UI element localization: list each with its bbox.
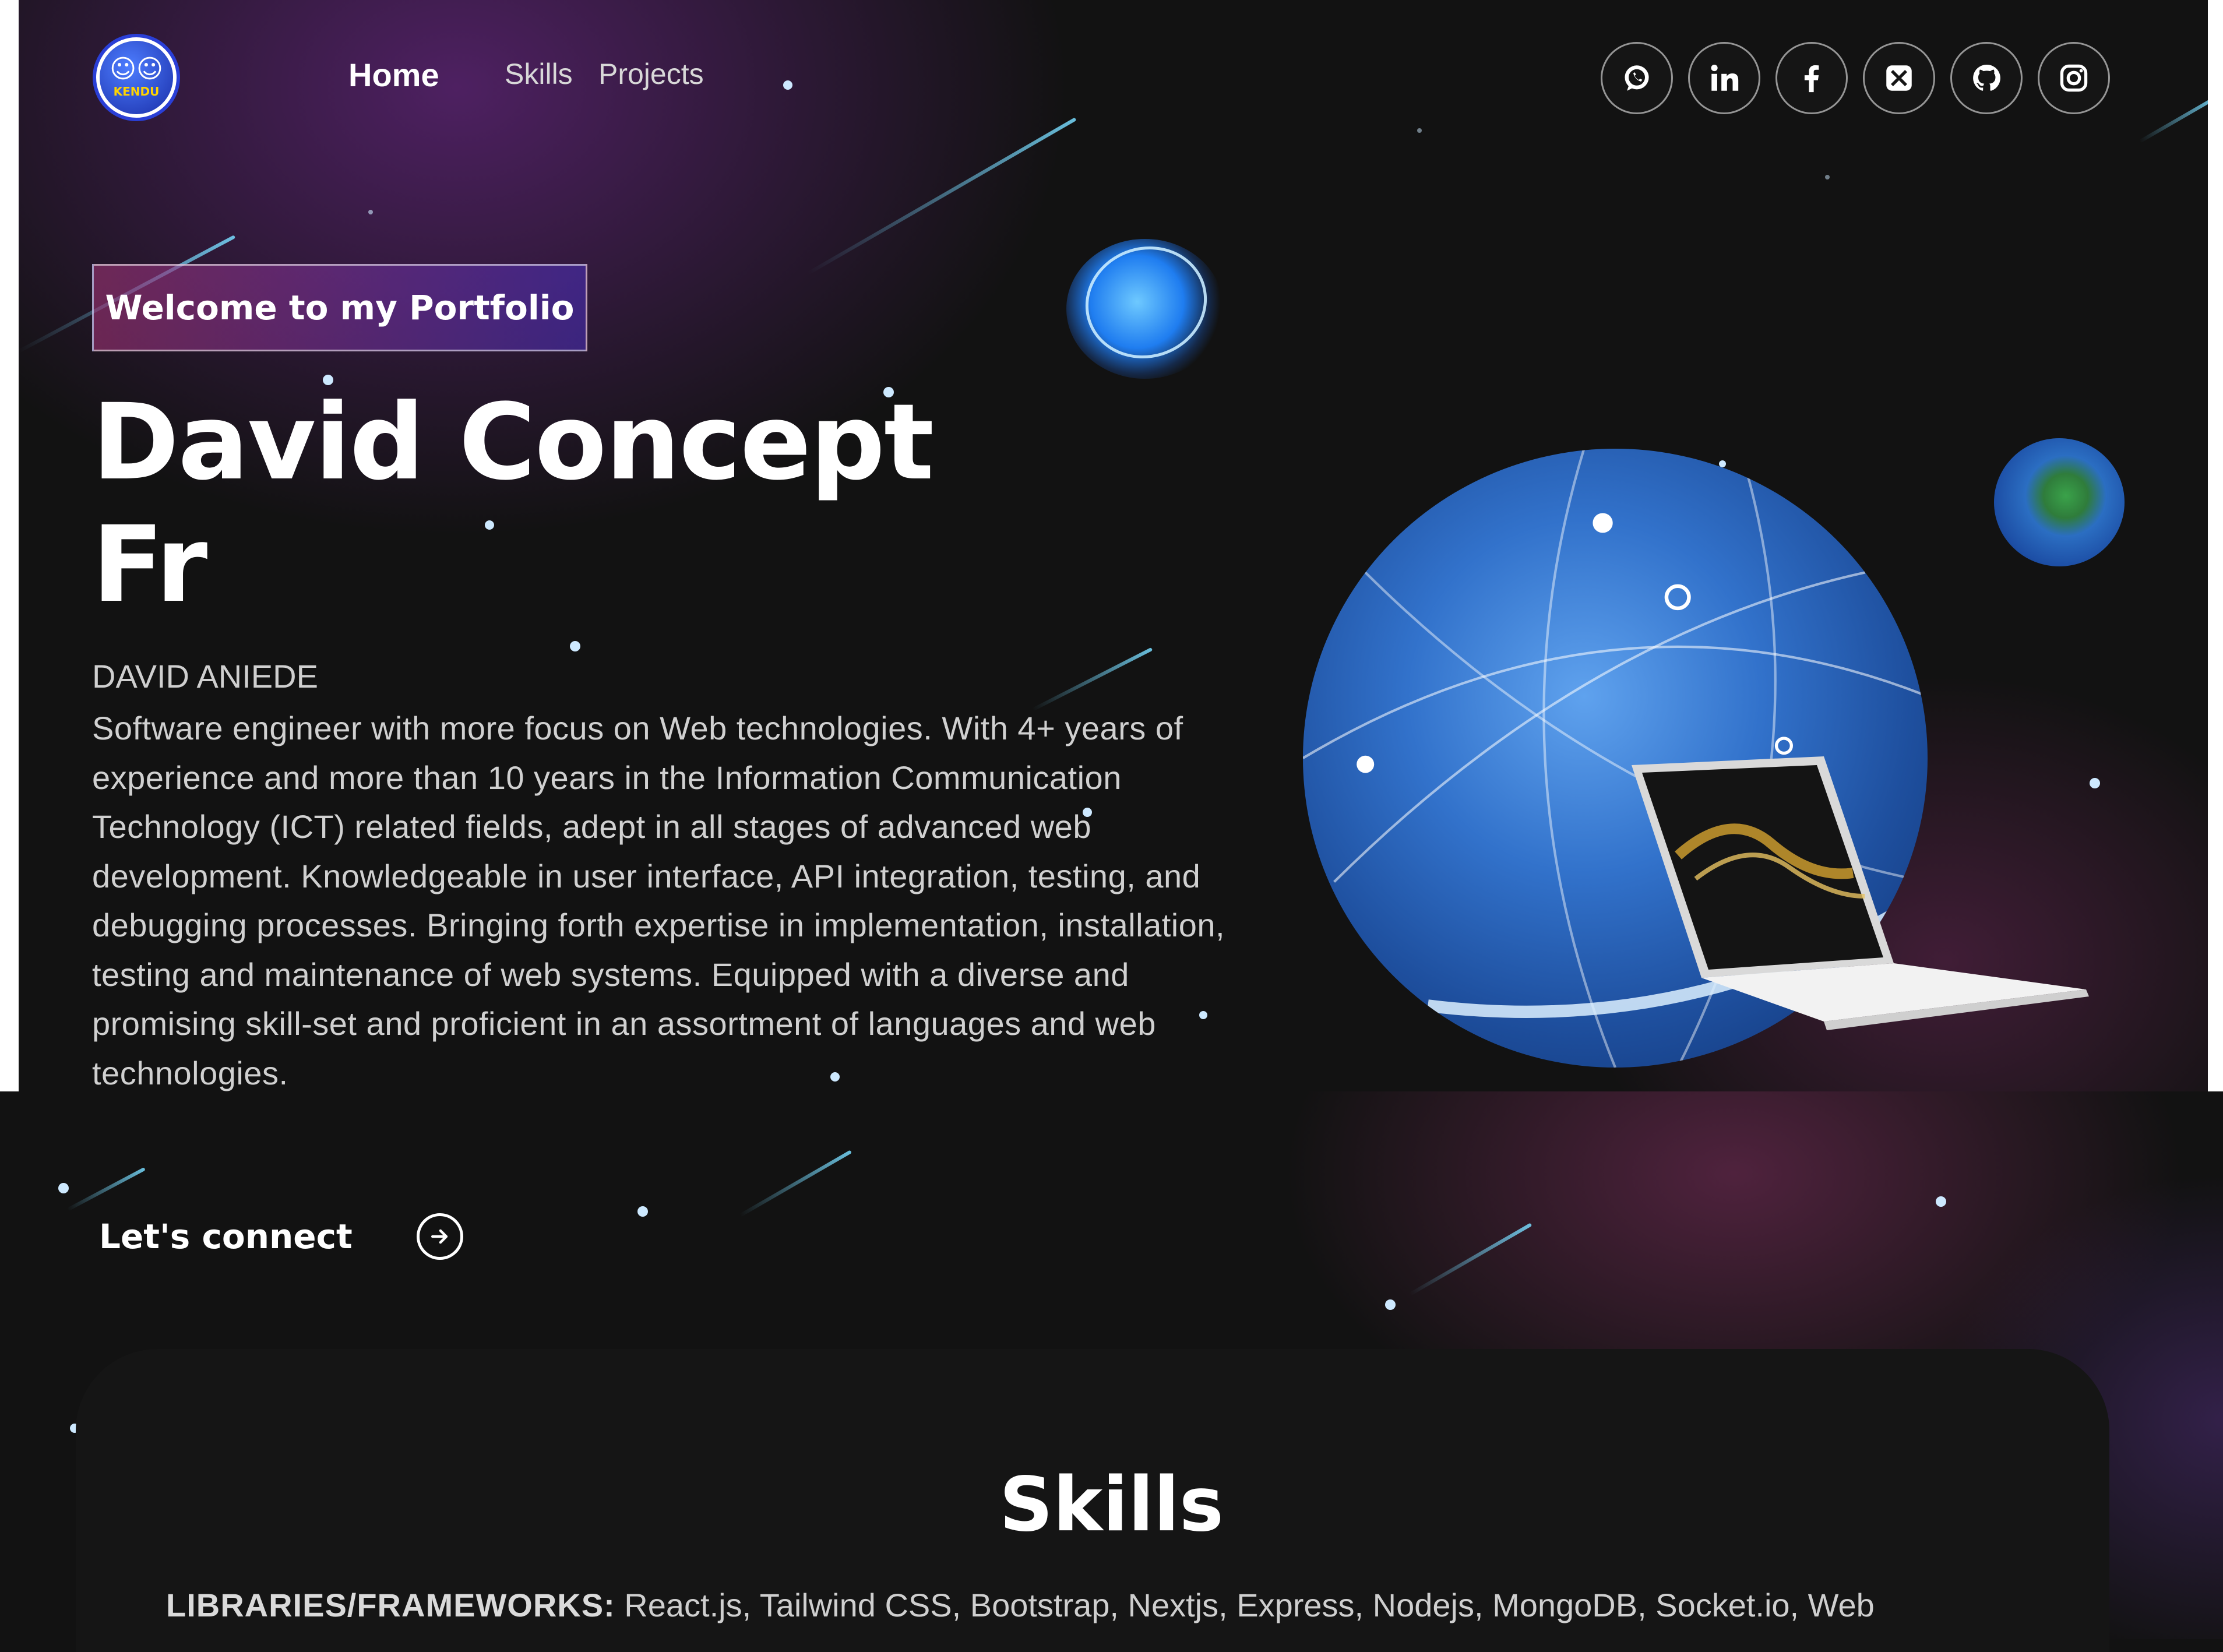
nav-skills-link[interactable]: Skills	[505, 57, 573, 91]
nav-home-link[interactable]: Home	[348, 56, 439, 94]
shooting-star	[66, 1167, 146, 1211]
x-button[interactable]	[1863, 42, 1935, 114]
laptop-image	[1632, 756, 2089, 1030]
x-icon	[1886, 65, 1912, 91]
github-icon	[1973, 65, 2000, 91]
earth-icon	[1994, 438, 2125, 566]
shooting-star	[739, 1150, 852, 1217]
people-icon: ☺☺	[110, 54, 163, 84]
hero-title-line-2: Fr	[92, 504, 207, 626]
hero-title: David Concept Fr	[92, 382, 1024, 626]
facebook-button[interactable]	[1775, 42, 1848, 114]
connect-label: Let's connect	[99, 1217, 353, 1256]
libraries-label: LIBRARIES/FRAMEWORKS:	[166, 1587, 615, 1623]
star	[637, 1206, 648, 1217]
skills-libraries: LIBRARIES/FRAMEWORKS: React.js, Tailwind…	[166, 1586, 1875, 1624]
star	[1385, 1299, 1396, 1310]
linkedin-button[interactable]	[1688, 42, 1760, 114]
whatsapp-icon	[1625, 65, 1649, 91]
star	[1825, 175, 1830, 179]
logo-emblem: ☺☺ KENDU	[100, 41, 173, 114]
author-bio: Software engineer with more focus on Web…	[92, 710, 1225, 1091]
shooting-star	[1031, 647, 1153, 711]
star	[1936, 1196, 1946, 1207]
shooting-star	[1409, 1223, 1533, 1296]
welcome-tagline: Welcome to my Portfolio	[92, 264, 587, 351]
libraries-value: React.js, Tailwind CSS, Bootstrap, Nextj…	[615, 1587, 1875, 1623]
author-name: DAVID ANIEDE	[92, 658, 318, 695]
star	[570, 641, 580, 651]
star	[1417, 128, 1422, 133]
shooting-star	[807, 117, 1077, 275]
instagram-icon	[2060, 64, 2088, 92]
hero-title-line-1: David Concept	[92, 382, 934, 503]
instagram-button[interactable]	[2038, 42, 2110, 114]
star	[58, 1183, 69, 1193]
whatsapp-button[interactable]	[1601, 42, 1673, 114]
linkedin-icon	[1711, 65, 1739, 91]
shooting-star	[2139, 96, 2208, 143]
github-button[interactable]	[1950, 42, 2023, 114]
lets-connect-button[interactable]: Let's connect	[99, 1213, 463, 1260]
logo-text: KENDU	[113, 84, 160, 98]
star	[783, 80, 792, 90]
facebook-icon	[1804, 65, 1819, 93]
star	[368, 210, 373, 214]
site-logo[interactable]: ☺☺ KENDU	[93, 34, 180, 121]
nav-projects-link[interactable]: Projects	[598, 57, 704, 91]
arrow-right-circle-icon	[416, 1213, 463, 1260]
skills-heading: Skills	[999, 1461, 1224, 1548]
